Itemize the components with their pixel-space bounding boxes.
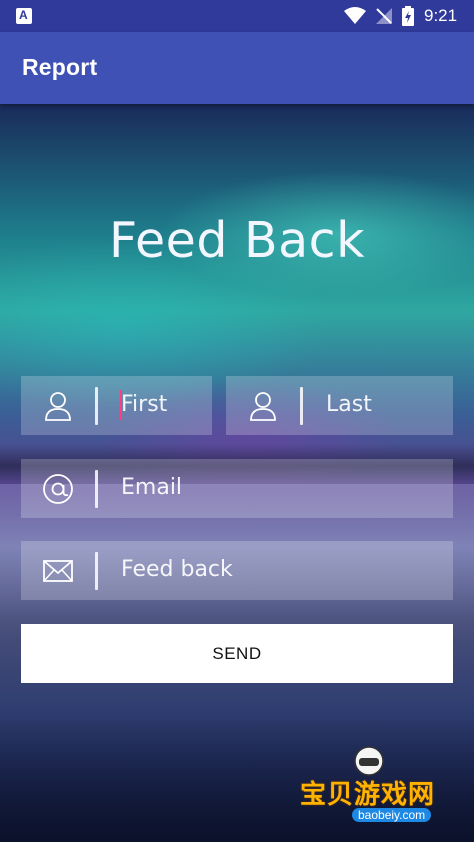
last-name-field[interactable]: Last xyxy=(226,376,453,435)
last-name-input[interactable]: Last xyxy=(326,392,372,417)
status-bar: 9:21 xyxy=(0,0,474,32)
app-bar: Report xyxy=(0,32,474,104)
field-divider xyxy=(95,387,98,425)
feedback-input[interactable]: Feed back xyxy=(121,557,233,582)
watermark-text: 宝贝游戏网 xyxy=(300,780,436,810)
person-icon xyxy=(250,392,276,421)
gamepad-icon xyxy=(354,746,384,776)
watermark-logo: 宝贝游戏网 baobeiy.com xyxy=(300,744,450,840)
wifi-icon xyxy=(344,7,366,24)
email-input[interactable]: Email xyxy=(121,475,182,500)
field-divider xyxy=(95,470,98,508)
watermark-domain: baobeiy.com xyxy=(352,808,432,822)
battery-charging-icon xyxy=(402,6,414,26)
form-headline: Feed Back xyxy=(109,212,365,269)
page-title: Report xyxy=(22,54,98,80)
at-icon xyxy=(43,474,73,504)
field-divider xyxy=(95,552,98,590)
person-icon xyxy=(45,392,71,421)
email-field[interactable]: Email xyxy=(21,459,453,518)
app-notification-icon xyxy=(16,8,32,24)
envelope-icon xyxy=(43,560,73,582)
first-name-input[interactable]: First xyxy=(121,392,167,417)
first-name-field[interactable]: First xyxy=(21,376,212,435)
send-button[interactable]: SEND xyxy=(21,624,453,683)
status-time: 9:21 xyxy=(424,6,458,25)
feedback-field[interactable]: Feed back xyxy=(21,541,453,600)
field-divider xyxy=(300,387,303,425)
no-signal-icon xyxy=(376,8,392,24)
